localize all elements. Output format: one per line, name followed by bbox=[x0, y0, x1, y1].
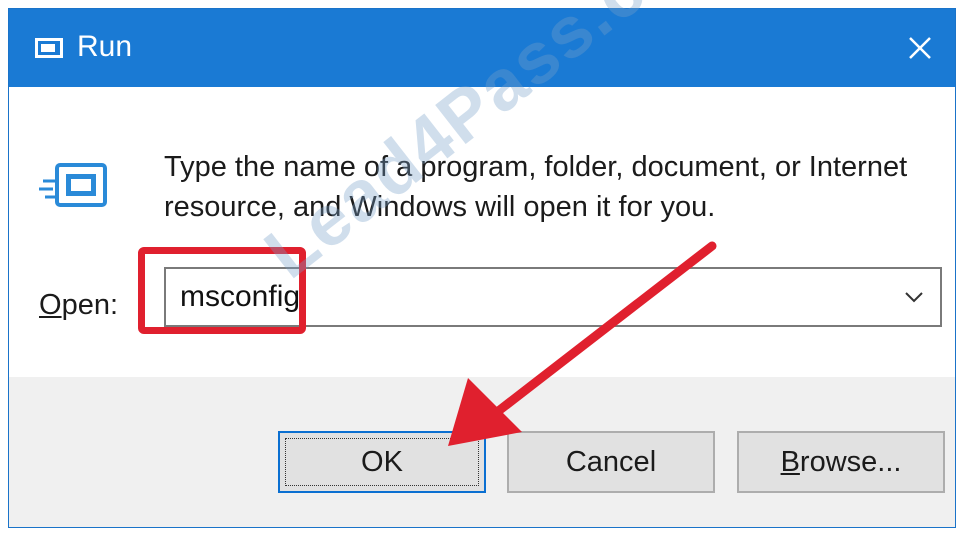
close-button[interactable] bbox=[885, 9, 955, 87]
chevron-down-icon[interactable] bbox=[896, 279, 932, 315]
open-label-accelerator: O bbox=[39, 289, 62, 321]
run-program-icon bbox=[39, 163, 107, 207]
window-title: Run bbox=[77, 30, 133, 63]
cancel-button[interactable]: Cancel bbox=[507, 431, 715, 493]
open-label-text: pen: bbox=[61, 289, 119, 321]
browse-button[interactable]: Browse... bbox=[737, 431, 945, 493]
browse-accelerator: B bbox=[780, 445, 800, 478]
ok-button[interactable]: OK bbox=[278, 431, 486, 493]
cancel-button-label: Cancel bbox=[565, 445, 657, 478]
close-icon bbox=[909, 37, 931, 59]
focus-rectangle bbox=[285, 438, 479, 486]
browse-button-label: rowse... bbox=[799, 445, 902, 478]
description-line-1: Type the name of a program, folder, docu… bbox=[164, 151, 908, 183]
run-app-icon bbox=[35, 38, 63, 58]
open-label: Open: bbox=[39, 285, 118, 325]
